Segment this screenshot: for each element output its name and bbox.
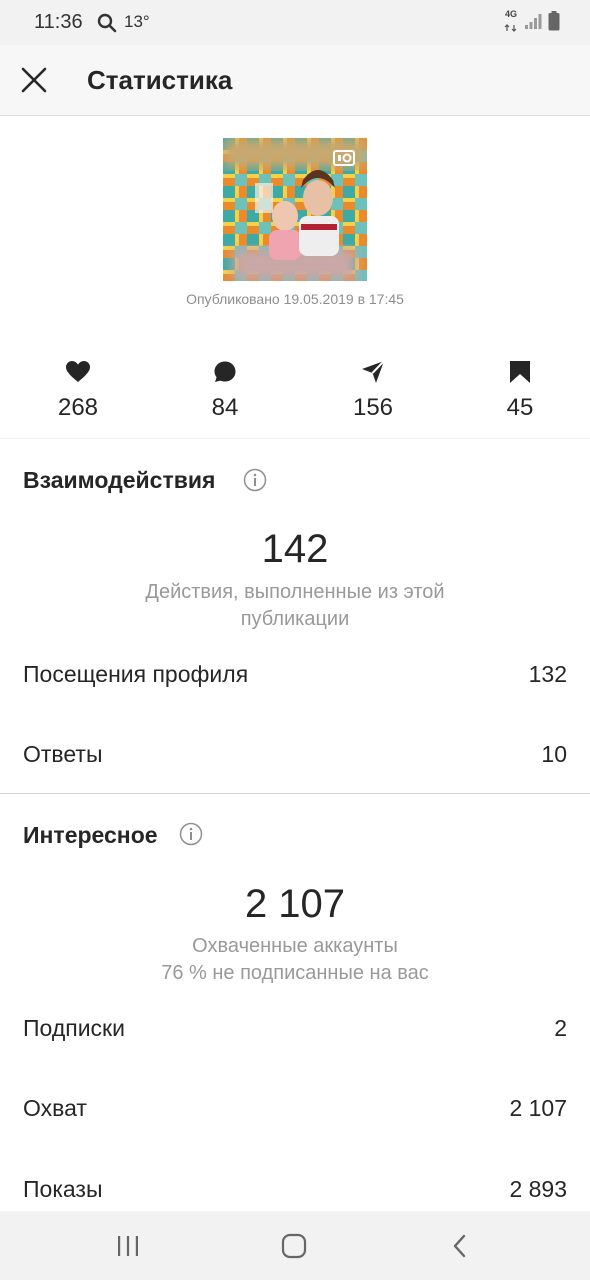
system-nav-bar	[0, 1211, 590, 1280]
likes-count: 268	[57, 394, 99, 421]
shares-stat: 156	[323, 360, 423, 422]
saves-count: 45	[506, 394, 534, 421]
follows-value: 2	[554, 1015, 567, 1041]
page-title: Статистика	[87, 65, 233, 95]
network-type: 4G	[504, 9, 518, 37]
status-bar: 11:36 13° 4G	[0, 0, 590, 45]
section-divider	[0, 793, 590, 794]
likes-stat: 268	[28, 360, 128, 422]
discovery-title: Интересное	[23, 822, 158, 848]
back-icon	[453, 1234, 466, 1258]
close-button[interactable]	[18, 64, 50, 96]
back-button[interactable]	[440, 1229, 480, 1263]
video-icon	[333, 150, 355, 166]
impressions-value: 2 893	[509, 1176, 567, 1202]
replies-label: Ответы	[23, 741, 103, 767]
published-date: Опубликовано 19.05.2019 в 17:45	[186, 291, 404, 307]
home-button[interactable]	[274, 1229, 314, 1263]
interactions-total: 142	[261, 527, 329, 571]
reach-total: 2 107	[244, 882, 346, 926]
bookmark-icon	[510, 361, 530, 383]
app-bar: Статистика	[0, 45, 590, 116]
reach-value: 2 107	[509, 1095, 567, 1121]
recent-apps-button[interactable]	[108, 1229, 148, 1263]
signal-icon	[524, 12, 542, 35]
comment-icon	[214, 361, 236, 382]
replies-value: 10	[541, 741, 567, 767]
send-icon	[362, 360, 385, 383]
shares-count: 156	[352, 394, 394, 421]
discovery-info-icon[interactable]	[179, 822, 203, 846]
status-temperature: 13°	[124, 12, 150, 31]
comments-stat: 84	[175, 360, 275, 422]
battery-icon	[548, 10, 560, 36]
interactions-caption: Действия, выполненные из этой публикации	[145, 581, 445, 630]
divider	[0, 438, 590, 439]
impressions-label: Показы	[23, 1176, 103, 1202]
comments-count: 84	[211, 394, 239, 421]
interactions-title: Взаимодействия	[23, 467, 216, 493]
recent-apps-icon	[118, 1236, 138, 1256]
reach-label: Охват	[23, 1095, 87, 1121]
saves-stat: 45	[470, 360, 570, 422]
status-time: 11:36	[34, 11, 83, 33]
reach-caption: Охваченные аккаунты 76 % не подписанные …	[161, 935, 429, 984]
home-icon	[281, 1233, 307, 1259]
follows-label: Подписки	[23, 1015, 125, 1041]
close-icon	[21, 67, 47, 93]
search-icon	[96, 12, 118, 34]
profile-visits-value: 132	[528, 661, 567, 687]
profile-visits-label: Посещения профиля	[23, 661, 249, 687]
post-thumbnail[interactable]	[223, 138, 367, 281]
heart-icon	[66, 361, 90, 382]
interactions-info-icon[interactable]	[243, 468, 267, 492]
